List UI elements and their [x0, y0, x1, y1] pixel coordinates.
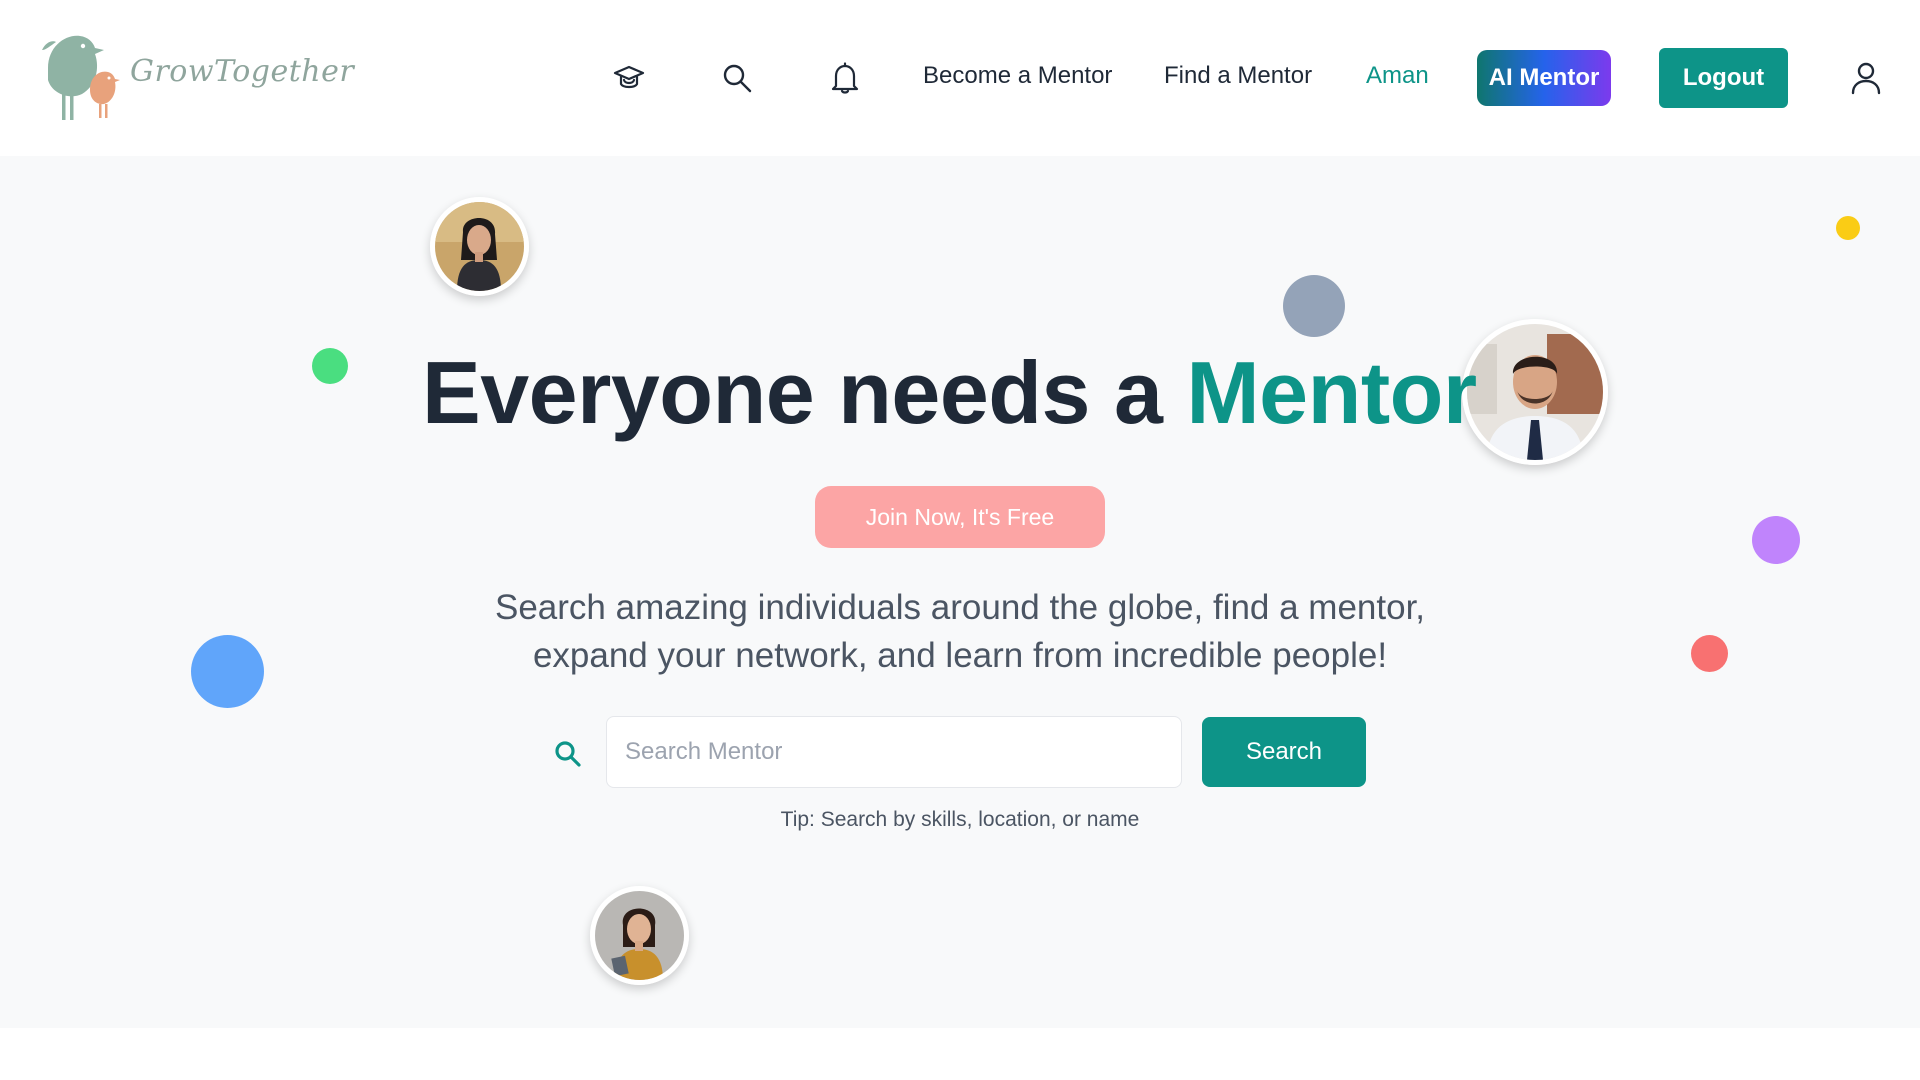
graduation-cap-icon[interactable] [609, 58, 649, 98]
ai-mentor-button[interactable]: AI Mentor [1477, 50, 1611, 106]
headline-prefix: Everyone needs a [422, 343, 1187, 442]
subtitle-line-1: Search amazing individuals around the gl… [494, 588, 1426, 627]
mentor-avatar-2 [1462, 319, 1608, 465]
mentor-avatar-3 [590, 886, 689, 985]
search-mentor-input[interactable] [606, 716, 1182, 788]
search-icon[interactable] [717, 58, 757, 98]
decor-dot-gray [1283, 275, 1345, 337]
headline-accent: Mentor [1186, 343, 1477, 442]
mentor-avatar-1 [430, 197, 529, 296]
hero-section: Everyone needs a Mentor Join Now, It's F… [0, 156, 1920, 1028]
logo-text: GrowTogether [130, 54, 355, 89]
bell-icon[interactable] [825, 58, 865, 98]
bird-logo-icon [42, 35, 120, 120]
decor-dot-yellow [1836, 216, 1860, 240]
top-navbar: GrowTogether Become a Mentor Find a Ment… [0, 0, 1920, 156]
logout-button[interactable]: Logout [1659, 48, 1788, 108]
growtogether-logo[interactable]: GrowTogether [38, 28, 354, 128]
hero-subtitle: Search amazing individuals around the gl… [0, 584, 1920, 680]
become-mentor-link[interactable]: Become a Mentor [923, 62, 1112, 90]
search-icon [552, 738, 584, 770]
search-button[interactable]: Search [1202, 717, 1366, 787]
find-mentor-link[interactable]: Find a Mentor [1164, 62, 1312, 90]
search-tip: Tip: Search by skills, location, or name [780, 808, 1140, 831]
subtitle-line-2: expand your network, and learn from incr… [532, 636, 1388, 675]
user-name-link[interactable]: Aman [1366, 62, 1429, 90]
user-icon[interactable] [1846, 58, 1886, 98]
decor-dot-green [312, 348, 348, 384]
decor-dot-purple [1752, 516, 1800, 564]
hero-headline: Everyone needs a Mentor [422, 342, 1477, 444]
join-now-button[interactable]: Join Now, It's Free [815, 486, 1105, 548]
